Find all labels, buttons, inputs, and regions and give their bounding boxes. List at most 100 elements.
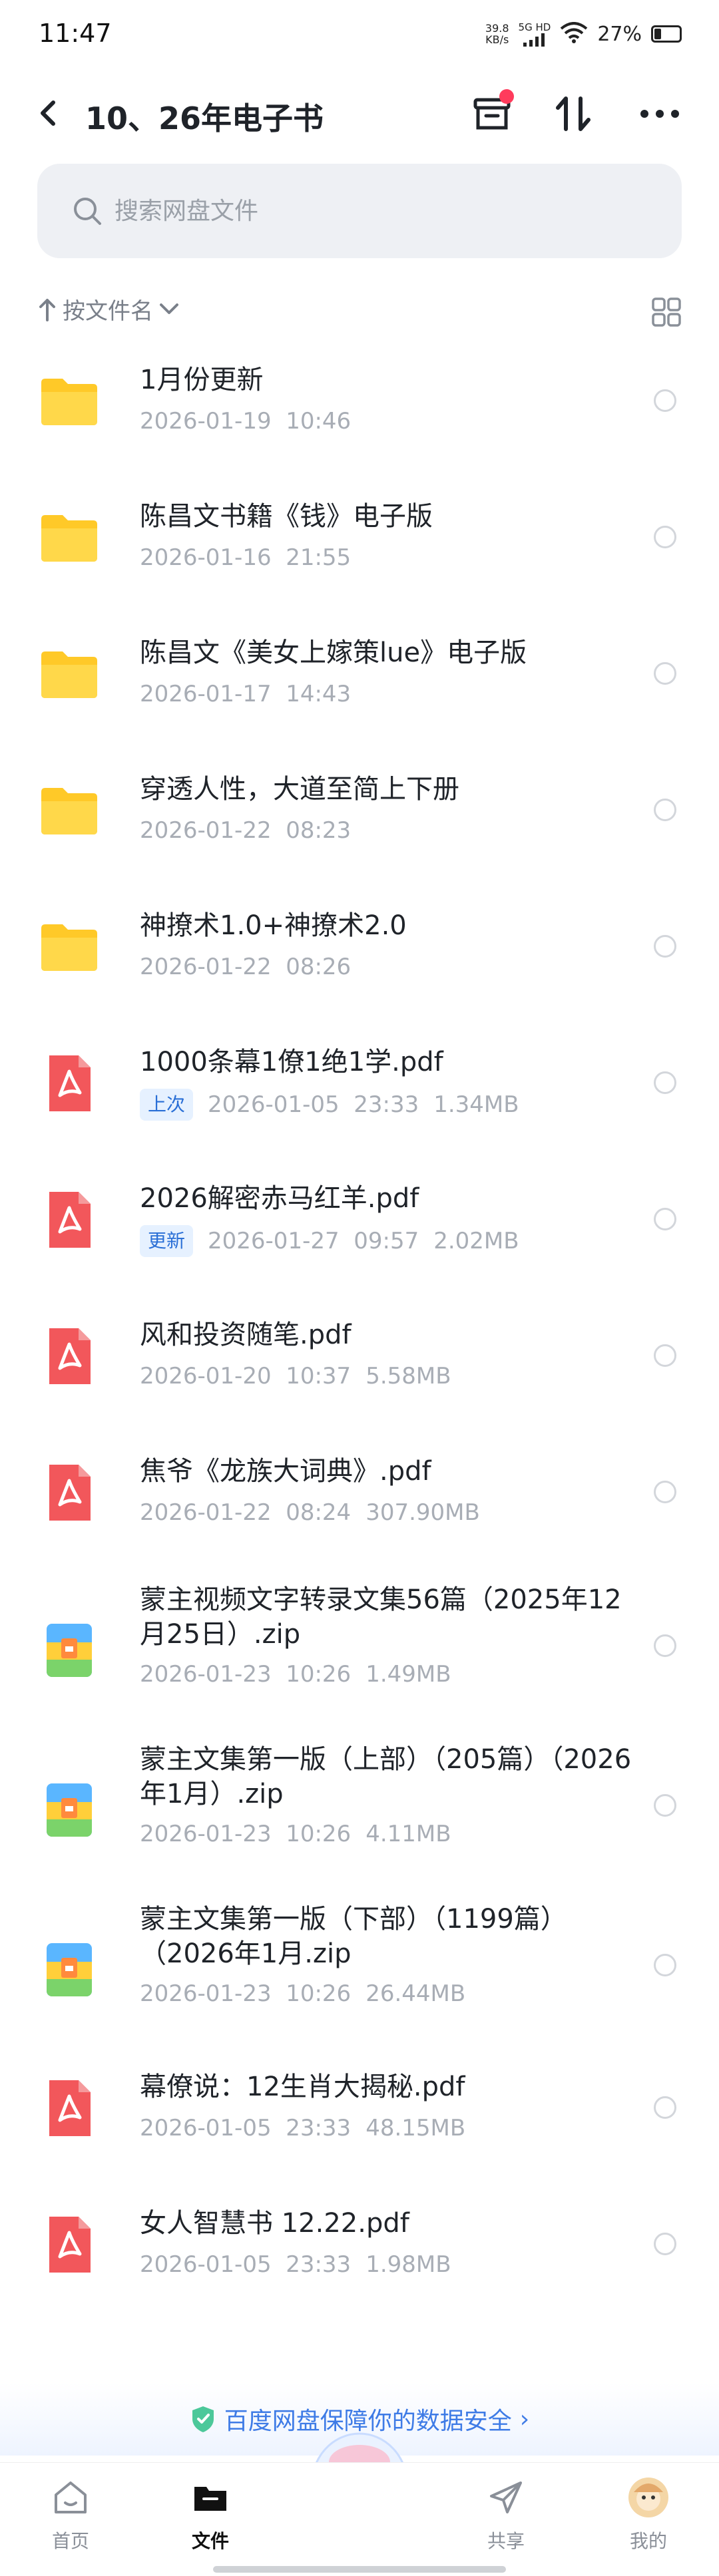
file-row[interactable]: 陈昌文《美女上嫁策lue》电子版 2026-01-17 14:43 (0, 622, 719, 759)
file-row[interactable]: 焦爷《龙族大词典》.pdf 2026-01-22 08:24 307.90MB (0, 1441, 719, 1577)
file-size: 48.15MB (365, 2115, 466, 2141)
select-checkbox[interactable] (654, 1208, 676, 1230)
arrow-up-icon (39, 298, 55, 321)
file-tag-badge: 上次 (140, 1089, 194, 1121)
search-bar[interactable] (37, 164, 682, 258)
network-type: 5G HD (518, 21, 551, 33)
file-size: 5.58MB (365, 1363, 451, 1389)
file-date: 2026-01-05 23:33 (140, 2115, 352, 2141)
sort-by-name-button[interactable]: 按文件名 (37, 293, 180, 325)
file-row[interactable]: 1月份更新 2026-01-19 10:46 (0, 349, 719, 486)
select-checkbox[interactable] (654, 389, 676, 412)
select-checkbox[interactable] (654, 935, 676, 958)
pdf-icon (37, 1188, 101, 1252)
pdf-icon (37, 1461, 101, 1525)
file-row[interactable]: 蒙主文集第一版（下部）（1199篇）（2026年1月.zip 2026-01-23… (0, 1897, 719, 2056)
file-name: 幕僚说：12生肖大揭秘.pdf (140, 2072, 465, 2102)
file-size: 1.98MB (365, 2251, 451, 2278)
select-checkbox[interactable] (654, 1954, 676, 1976)
file-meta: 更新 2026-01-27 09:57 2.02MB (140, 1225, 519, 1257)
file-row[interactable]: 蒙主文集第一版（上部）（205篇）（2026年1月）.zip 2026-01-23… (0, 1737, 719, 1897)
file-meta: 2026-01-22 08:26 (140, 952, 351, 982)
file-date: 2026-01-16 21:55 (140, 544, 352, 571)
file-date: 2026-01-23 10:26 (140, 1661, 352, 1688)
folder-icon (37, 642, 101, 706)
file-row[interactable]: 风和投资随笔.pdf 2026-01-20 10:37 5.58MB (0, 1304, 719, 1441)
file-size: 307.90MB (365, 1499, 480, 1526)
file-size: 1.49MB (365, 1661, 451, 1688)
file-meta: 2026-01-17 14:43 (140, 679, 351, 709)
file-list: 1月份更新 2026-01-19 10:46 陈昌文书籍《钱》电子版 2026-01-… (0, 349, 719, 2329)
nav-mine-label: 我的 (629, 2530, 667, 2552)
sort-button[interactable] (550, 91, 597, 137)
select-checkbox[interactable] (654, 2233, 676, 2255)
file-size: 2.02MB (433, 1228, 519, 1254)
nav-share[interactable]: 共享 (459, 2476, 553, 2553)
select-checkbox[interactable] (654, 662, 676, 685)
transfer-list-button[interactable] (469, 89, 515, 137)
file-meta: 2026-01-19 10:46 (140, 407, 351, 436)
file-meta: 上次 2026-01-05 23:33 1.34MB (140, 1089, 519, 1121)
file-tag-badge: 更新 (140, 1225, 194, 1257)
file-meta: 2026-01-23 10:26 26.44MB (140, 1979, 465, 2008)
status-bar: 11:47 39.8 KB/s 5G HD 27% (0, 0, 719, 73)
file-row[interactable]: 陈昌文书籍《钱》电子版 2026-01-16 21:55 (0, 486, 719, 622)
nav-files-label: 文件 (191, 2530, 229, 2552)
select-checkbox[interactable] (654, 799, 676, 821)
zip-icon (37, 1938, 101, 2002)
status-icons: 39.8 KB/s 5G HD 27% (485, 21, 682, 47)
home-icon (55, 2482, 87, 2513)
battery-icon (651, 25, 682, 43)
select-checkbox[interactable] (654, 1344, 676, 1367)
zip-icon (37, 1618, 101, 1682)
page-title: 10、26年电子书 (85, 100, 324, 136)
nav-mine[interactable]: 我的 (602, 2476, 695, 2553)
pdf-icon (37, 2076, 101, 2140)
select-checkbox[interactable] (654, 1634, 676, 1657)
file-name: 神撩术1.0+神撩术2.0 (140, 910, 407, 941)
file-name: 风和投资随笔.pdf (140, 1320, 352, 1350)
file-name: 2026解密赤马红羊.pdf (140, 1183, 419, 1214)
select-checkbox[interactable] (654, 526, 676, 548)
file-meta: 2026-01-05 23:33 48.15MB (140, 2114, 465, 2143)
net-speed: 39.8 KB/s (485, 23, 509, 45)
shield-icon (192, 2406, 214, 2432)
select-checkbox[interactable] (654, 1794, 676, 1817)
file-name: 穿透人性，大道至简上下册 (140, 774, 459, 805)
select-checkbox[interactable] (654, 1481, 676, 1503)
file-name: 陈昌文书籍《钱》电子版 (140, 501, 433, 532)
select-checkbox[interactable] (654, 1071, 676, 1094)
more-button[interactable] (636, 91, 683, 137)
file-row[interactable]: 神撩术1.0+神撩术2.0 2026-01-22 08:26 (0, 895, 719, 1031)
avatar (628, 2478, 668, 2517)
file-date: 2026-01-22 08:23 (140, 817, 352, 844)
signal-icon: 5G HD (519, 21, 551, 47)
nav-files[interactable]: 文件 (164, 2476, 257, 2553)
more-icon (640, 110, 679, 118)
select-checkbox[interactable] (654, 2096, 676, 2119)
notification-dot (499, 89, 514, 104)
search-input[interactable] (115, 193, 647, 229)
pdf-icon (37, 2213, 101, 2277)
file-row[interactable]: 穿透人性，大道至简上下册 2026-01-22 08:23 (0, 759, 719, 895)
file-row[interactable]: 1000条幕1僚1绝1学.pdf 上次 2026-01-05 23:33 1.34MB (0, 1031, 719, 1168)
file-name: 焦爷《龙族大词典》.pdf (140, 1456, 431, 1487)
battery-percent: 27% (597, 22, 642, 46)
net-speed-unit: KB/s (485, 33, 509, 46)
bottom-nav: 首页 文件 共享 我的 (0, 2462, 719, 2576)
file-row[interactable]: 2026解密赤马红羊.pdf 更新 2026-01-27 09:57 2.02MB (0, 1168, 719, 1304)
file-meta: 2026-01-22 08:24 307.90MB (140, 1498, 480, 1527)
status-time: 11:47 (39, 19, 112, 48)
file-size: 1.34MB (433, 1091, 519, 1118)
folder-icon (37, 369, 101, 433)
back-button[interactable] (35, 93, 61, 133)
file-date: 2026-01-23 10:26 (140, 1821, 352, 1847)
folder-icon (37, 779, 101, 842)
file-row[interactable]: 蒙主视频文字转录文集56篇（2025年12月25日）.zip 2026-01-23… (0, 1577, 719, 1737)
grid-view-icon[interactable] (651, 297, 682, 327)
folder-icon (37, 506, 101, 570)
file-row[interactable]: 幕僚说：12生肖大揭秘.pdf 2026-01-05 23:33 48.15MB (0, 2056, 719, 2193)
file-row[interactable]: 女人智慧书 12.22.pdf 2026-01-05 23:33 1.98MB (0, 2193, 719, 2329)
nav-home[interactable]: 首页 (24, 2476, 117, 2553)
home-indicator[interactable] (213, 2566, 506, 2573)
